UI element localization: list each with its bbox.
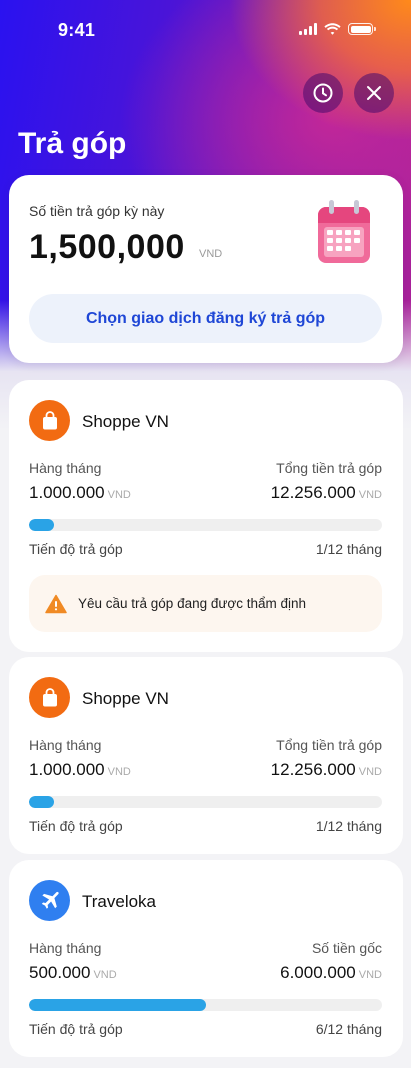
wifi-icon <box>324 23 341 35</box>
installment-card-2[interactable]: Shoppe VN Hàng tháng Tổng tiền trả góp 1… <box>9 657 403 854</box>
merchant-name: Traveloka <box>82 892 157 911</box>
airplane-icon <box>41 891 59 909</box>
total-value: 12.256.000 VND <box>270 760 382 779</box>
progress-bar <box>29 519 382 531</box>
battery-icon <box>348 23 376 35</box>
clock-icon <box>313 83 333 103</box>
shopping-bag-icon <box>42 687 57 706</box>
status-bar: 9:41 <box>0 0 411 60</box>
summary-amount: 1,500,000 <box>29 228 185 266</box>
progress-text: 1/12 tháng <box>315 818 382 834</box>
shopping-bag-icon <box>42 410 57 429</box>
warning-icon <box>45 594 67 613</box>
monthly-label: Hàng tháng <box>29 460 102 476</box>
merchant-name: Shoppe VN <box>82 412 169 431</box>
progress-bar <box>29 999 382 1011</box>
summary-currency: VND <box>199 248 223 260</box>
monthly-label: Hàng tháng <box>29 737 102 753</box>
progress-fill <box>29 519 54 531</box>
monthly-value: 1.000.000 VND <box>29 760 131 779</box>
monthly-value: 1.000.000 VND <box>29 483 131 502</box>
progress-bar <box>29 796 382 808</box>
principal-value: 6.000.000 VND <box>280 963 382 982</box>
status-time: 9:41 <box>58 20 96 40</box>
monthly-label: Hàng tháng <box>29 940 102 956</box>
page-title: Trả góp <box>18 127 127 160</box>
merchant-icon-container <box>29 677 70 718</box>
installment-card-3[interactable]: Traveloka Hàng tháng Số tiền gốc 500.000… <box>9 860 403 1057</box>
status-icons <box>299 23 376 35</box>
calendar-icon <box>318 200 370 263</box>
progress-label: Tiến độ trả góp <box>29 541 123 557</box>
total-label: Tổng tiền trả góp <box>276 460 382 476</box>
progress-label: Tiến độ trả góp <box>29 1021 123 1037</box>
pending-approval-notice: Yêu cầu trả góp đang được thẩm định <box>29 575 382 632</box>
select-transaction-button[interactable]: Chọn giao dịch đăng ký trả góp <box>29 294 382 343</box>
close-button[interactable] <box>354 73 394 113</box>
merchant-icon-container <box>29 880 70 921</box>
total-label: Tổng tiền trả góp <box>276 737 382 753</box>
history-button[interactable] <box>303 73 343 113</box>
principal-label: Số tiền gốc <box>311 940 382 956</box>
close-icon <box>367 86 381 100</box>
progress-fill <box>29 999 206 1011</box>
merchant-icon-container <box>29 400 70 441</box>
monthly-value: 500.000 VND <box>29 963 117 982</box>
cellular-signal-icon <box>299 23 317 35</box>
total-value: 12.256.000 VND <box>270 483 382 502</box>
installment-card-1[interactable]: Shoppe VN Hàng tháng Tổng tiền trả góp 1… <box>9 380 403 652</box>
progress-text: 1/12 tháng <box>315 541 382 557</box>
warning-text: Yêu cầu trả góp đang được thẩm định <box>78 596 307 611</box>
progress-text: 6/12 tháng <box>315 1021 382 1037</box>
summary-label: Số tiền trả góp kỳ này <box>29 203 165 219</box>
progress-fill <box>29 796 54 808</box>
summary-card: Số tiền trả góp kỳ này 1,500,000 VND Chọ… <box>9 175 403 363</box>
merchant-name: Shoppe VN <box>82 689 169 708</box>
progress-label: Tiến độ trả góp <box>29 818 123 834</box>
